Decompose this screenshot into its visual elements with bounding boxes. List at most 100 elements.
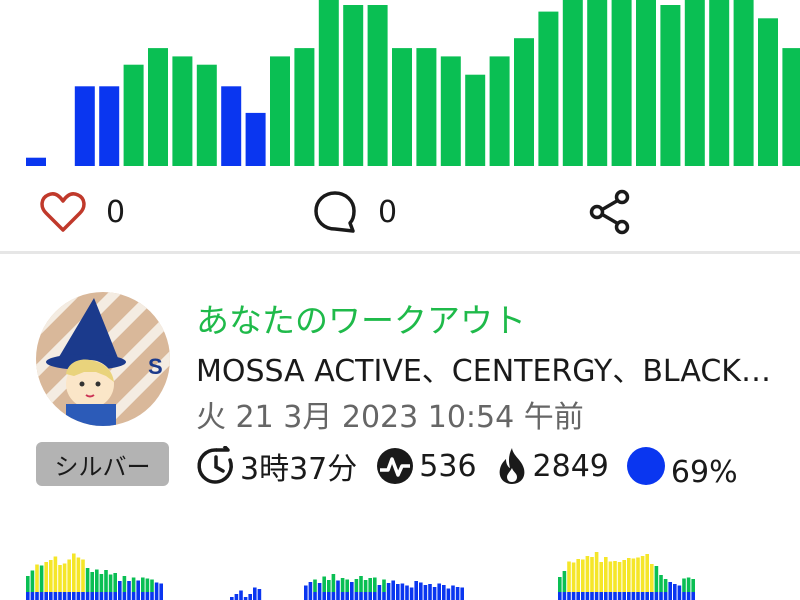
chart-bar: [304, 585, 308, 592]
chart-bar-base: [442, 592, 446, 600]
chart-bar: [590, 557, 594, 592]
chart-bar: [392, 48, 412, 166]
chart-bar-base: [304, 592, 308, 600]
chart-bar: [118, 581, 122, 592]
chart-bar: [39, 565, 44, 592]
chart-bar: [599, 562, 603, 592]
chart-bar: [331, 574, 336, 592]
chart-bar: [622, 560, 626, 592]
chart-bar: [636, 557, 640, 592]
chart-bar: [686, 577, 691, 592]
chart-bar: [617, 562, 622, 592]
chart-bar-base: [136, 592, 140, 600]
chart-bar: [428, 584, 432, 592]
chart-bar-base: [613, 592, 617, 600]
chart-bar-base: [668, 592, 672, 600]
chart-bar-base: [331, 592, 336, 600]
chart-bar-base: [446, 592, 451, 600]
chart-bar-base: [627, 592, 631, 600]
chart-bar-base: [363, 592, 368, 600]
chart-bar: [514, 38, 534, 167]
chart-bar: [691, 579, 695, 592]
chart-bar-base: [122, 592, 127, 600]
chart-bar-base: [308, 592, 313, 600]
chart-bar: [377, 585, 382, 592]
chart-bar: [30, 570, 35, 592]
chart-bar: [659, 575, 663, 592]
chart-bar-base: [99, 592, 104, 600]
chart-bar-base: [35, 592, 39, 600]
chart-bar-base: [460, 592, 464, 600]
workout-stats: 3時37分 536 2849 69%: [196, 442, 756, 490]
chart-bar-base: [141, 592, 145, 600]
chart-bar: [62, 563, 67, 592]
chart-bar-base: [663, 592, 668, 600]
chart-bar-base: [340, 592, 345, 600]
chart-bar-base: [645, 592, 649, 600]
chart-bar: [368, 578, 372, 592]
chart-bar-base: [53, 592, 58, 600]
workout-programs: MOSSA ACTIVE、CENTERGY、BLACKROLL、POWER: [196, 354, 790, 389]
chart-bar-base: [650, 592, 654, 600]
chart-bar: [604, 557, 608, 592]
flame-icon: [499, 448, 524, 484]
chart-bar: [363, 580, 368, 592]
chart-bar: [640, 556, 645, 592]
chart-bar: [67, 559, 71, 592]
chart-bar: [308, 582, 313, 592]
avatar[interactable]: S: [36, 292, 170, 426]
chart-bar: [581, 559, 585, 592]
workout-date: 火 21 3月 2023 10:54 午前: [196, 400, 584, 435]
chart-bar-base: [253, 592, 257, 600]
chart-bar: [318, 0, 339, 166]
chart-bar: [650, 564, 654, 592]
chart-bar: [538, 11, 559, 166]
chart-bar-base: [145, 592, 150, 600]
chart-bar-base: [317, 592, 322, 600]
share-button[interactable]: [588, 189, 632, 235]
chart-bar-base: [159, 592, 163, 600]
like-button[interactable]: 0: [40, 190, 125, 234]
chart-bar-base: [585, 592, 590, 600]
chart-bar: [455, 587, 460, 592]
chart-bar-base: [567, 592, 571, 600]
comment-button[interactable]: 0: [312, 190, 397, 234]
chart-bar-base: [686, 592, 691, 600]
chart-bar: [53, 556, 58, 592]
chart-bar-base: [622, 592, 626, 600]
blue-dot-icon: [626, 447, 665, 485]
chart-bar: [350, 582, 354, 592]
chart-bar: [585, 556, 590, 592]
chart-bar: [131, 577, 136, 592]
chart-bar-base: [58, 592, 62, 600]
chart-bar: [141, 577, 145, 592]
chart-bar: [594, 552, 599, 592]
chart-bar-base: [636, 592, 640, 600]
chart-bar: [74, 86, 95, 166]
chart-bar-base: [451, 592, 455, 600]
chart-bar-base: [673, 592, 677, 600]
chart-bar: [345, 579, 349, 592]
post-actions-bar: 0 0: [0, 168, 800, 254]
workout-title[interactable]: あなたのワークアウト: [196, 294, 526, 342]
chart-bar-base: [44, 592, 48, 600]
chart-bar: [562, 571, 567, 592]
chart-bar-base: [313, 592, 317, 600]
chart-bar-base: [248, 594, 252, 600]
chart-bar: [343, 5, 364, 166]
chart-bar-base: [576, 592, 580, 600]
comment-count: 0: [378, 194, 398, 230]
chart-bar: [423, 585, 428, 592]
chart-bar: [95, 569, 99, 592]
chart-bar: [122, 576, 127, 592]
chart-bar: [432, 587, 437, 592]
chart-bar: [99, 86, 120, 166]
chart-bar-base: [604, 592, 608, 600]
chart-bar: [76, 557, 81, 592]
level-badge: シルバー: [36, 442, 169, 486]
chart-bar-base: [594, 592, 599, 600]
chart-bar-base: [455, 592, 460, 600]
zone-stat: 69%: [626, 447, 738, 490]
chart-bar-base: [131, 592, 136, 600]
chart-bar-base: [391, 592, 395, 600]
